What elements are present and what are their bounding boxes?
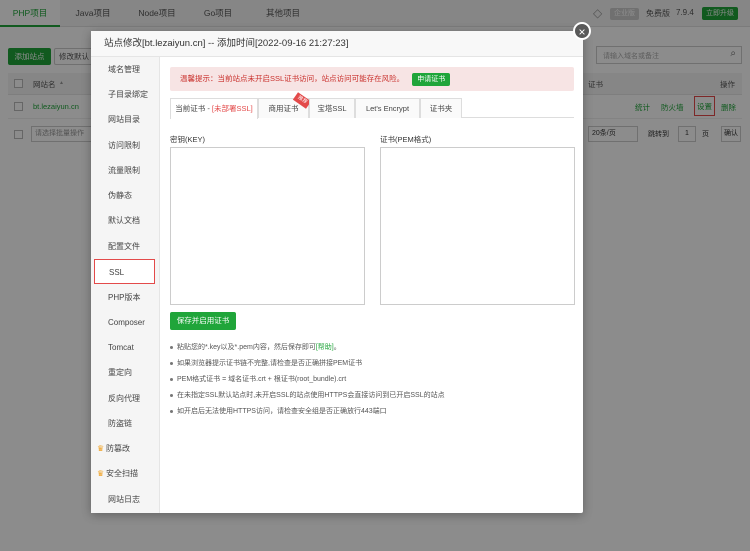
sidebar-item-rewrite[interactable]: 伪静态	[91, 183, 160, 208]
sidebar-item-label: 防篡改	[106, 444, 130, 453]
tab-cert-folder[interactable]: 证书夹	[420, 98, 462, 118]
help-link[interactable]: [帮助]	[316, 344, 334, 351]
key-textarea[interactable]	[170, 147, 365, 305]
crown-icon: ♛	[97, 444, 105, 453]
tip-text: 如开启后无法使用HTTPS访问，请检查安全组是否正确放行443端口	[177, 408, 387, 415]
list-item: 在未指定SSL默认站点时,未开启SSL的站点使用HTTPS会直接访问到已开启SS…	[170, 388, 574, 404]
sidebar-item-site-dir[interactable]: 网站目录	[91, 107, 160, 132]
sidebar-item-php-version[interactable]: PHP版本	[91, 285, 160, 310]
pem-label: 证书(PEM格式)	[380, 135, 432, 144]
warning-text: 温馨提示：当前站点未开启SSL证书访问，站点访问可能存在风险。	[180, 74, 405, 83]
tip-text: 粘贴您的*.key以及*.pem内容，然后保存即可	[177, 344, 316, 351]
sidebar-item-traffic-limit[interactable]: 流量限制	[91, 158, 160, 183]
modal-title: 站点修改[bt.lezaiyun.cn] -- 添加时间[2022-09-16 …	[91, 31, 583, 57]
ssl-warning: 温馨提示：当前站点未开启SSL证书访问，站点访问可能存在风险。 申请证书	[170, 67, 574, 91]
tip-text: 如果浏览器提示证书链不完整,请检查是否正确拼接PEM证书	[177, 360, 363, 367]
ssl-tips: 粘贴您的*.key以及*.pem内容，然后保存即可[帮助]。 如果浏览器提示证书…	[170, 340, 574, 420]
bullet-icon	[170, 345, 173, 349]
crown-icon: ♛	[97, 469, 105, 478]
tab-commercial-cert[interactable]: 商用证书 推荐	[258, 92, 312, 118]
apply-cert-button[interactable]: 申请证书	[412, 73, 451, 86]
sidebar-item-label: 安全扫描	[106, 469, 138, 478]
pem-textarea[interactable]	[380, 147, 575, 305]
sidebar-item-default-doc[interactable]: 默认文档	[91, 208, 160, 233]
ssl-status: [未部署SSL]	[211, 104, 253, 113]
ssl-content: 温馨提示：当前站点未开启SSL证书访问，站点访问可能存在风险。 申请证书 当前证…	[160, 57, 583, 513]
save-enable-cert-button[interactable]: 保存并启用证书	[170, 312, 236, 330]
list-item: PEM格式证书 = 域名证书.crt + 根证书(root_bundle).cr…	[170, 372, 574, 388]
list-item: 粘贴您的*.key以及*.pem内容，然后保存即可[帮助]。	[170, 340, 574, 356]
sidebar-item-tomcat[interactable]: Tomcat	[91, 335, 160, 360]
cert-tabs: 当前证书 - [未部署SSL] 商用证书 推荐 宝塔SSL Let's Encry…	[170, 92, 574, 119]
site-edit-modal: 站点修改[bt.lezaiyun.cn] -- 添加时间[2022-09-16 …	[91, 31, 583, 513]
list-item: 如开启后无法使用HTTPS访问，请检查安全组是否正确放行443端口	[170, 404, 574, 420]
sidebar-item-tamper[interactable]: ♛ 防篡改	[91, 436, 160, 461]
key-label: 密钥(KEY)	[170, 135, 206, 144]
bullet-icon	[170, 377, 173, 381]
tab-current-label: 当前证书 -	[175, 104, 212, 113]
sidebar-item-site-log[interactable]: 网站日志	[91, 487, 160, 512]
bullet-icon	[170, 393, 173, 397]
sidebar-item-access-limit[interactable]: 访问限制	[91, 133, 160, 158]
tab-letsencrypt[interactable]: Let's Encrypt	[355, 98, 420, 118]
tip-text-end: 。	[333, 344, 341, 351]
tab-current-cert[interactable]: 当前证书 - [未部署SSL]	[170, 98, 258, 119]
bullet-icon	[170, 361, 173, 365]
sidebar-item-ssl[interactable]: SSL	[94, 259, 155, 284]
sidebar-item-domains[interactable]: 域名管理	[91, 57, 160, 82]
sidebar-item-hotlink[interactable]: 防盗链	[91, 411, 160, 436]
close-icon[interactable]: ×	[573, 22, 591, 40]
bullet-icon	[170, 409, 173, 413]
sidebar-item-security-scan[interactable]: ♛ 安全扫描	[91, 461, 160, 486]
sidebar-item-reverse-proxy[interactable]: 反向代理	[91, 386, 160, 411]
tip-text: PEM格式证书 = 域名证书.crt + 根证书(root_bundle).cr…	[177, 376, 347, 383]
modal-sidebar: 域名管理 子目录绑定 网站目录 访问限制 流量限制 伪静态 默认文档 配置文件 …	[91, 57, 160, 513]
sidebar-item-subdir[interactable]: 子目录绑定	[91, 82, 160, 107]
tip-text: 在未指定SSL默认站点时,未开启SSL的站点使用HTTPS会直接访问到已开启SS…	[177, 392, 445, 399]
tab-commercial-label: 商用证书	[268, 104, 299, 113]
list-item: 如果浏览器提示证书链不完整,请检查是否正确拼接PEM证书	[170, 356, 574, 372]
tab-baota-ssl[interactable]: 宝塔SSL	[309, 98, 355, 118]
sidebar-item-composer[interactable]: Composer	[91, 310, 160, 335]
sidebar-item-redirect[interactable]: 重定向	[91, 360, 160, 385]
sidebar-item-config[interactable]: 配置文件	[91, 234, 160, 259]
